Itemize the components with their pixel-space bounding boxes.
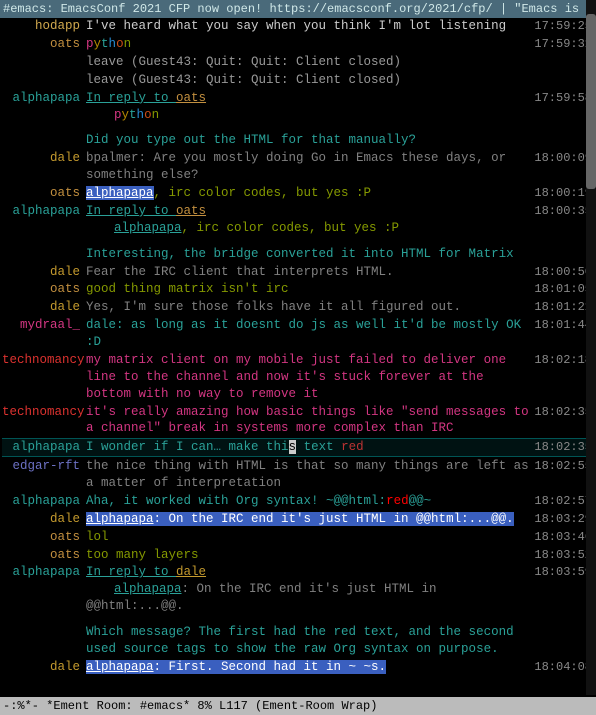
nick-alphapapa: alphapapa [2,439,86,456]
timestamp: 18:03:59 [532,564,594,580]
message-row: alphapapaIn reply to dalealphapapa: On t… [2,564,594,615]
message-body: python [86,36,532,53]
message-row: alphapapaAha, it worked with Org syntax!… [2,493,594,510]
nick-alphapapa: alphapapa [2,90,86,107]
timestamp: 18:00:50 [532,264,594,280]
nick-oats: oats [2,529,86,546]
message-body: my matrix client on my mobile just faile… [86,352,532,403]
timestamp: 18:01:21 [532,299,594,315]
chat-messages[interactable]: hodappI've heard what you say when you t… [0,18,596,677]
message-body: In reply to oatsalphapapa, irc color cod… [86,203,532,237]
message-body: dale: as long as it doesnt do js as well… [86,317,532,351]
message-row: leave (Guest43: Quit: Quit: Client close… [2,72,594,89]
message-body: Fear the IRC client that interprets HTML… [86,264,532,281]
nick-alphapapa: alphapapa [2,203,86,220]
nick-dale: dale [2,299,86,316]
message-row: alphapapaI wonder if I can… make this te… [2,438,594,457]
message-row: edgar-rftthe nice thing with HTML is tha… [2,458,594,492]
message-row: daleFear the IRC client that interprets … [2,264,594,281]
message-body: too many layers [86,547,532,564]
message-body: In reply to dalealphapapa: On the IRC en… [86,564,532,615]
timestamp: 18:02:55 [532,458,594,474]
timestamp: 17:59:25 [532,18,594,34]
nick-alphapapa: alphapapa [2,564,86,581]
message-row: mydraal_dale: as long as it doesnt do js… [2,317,594,351]
message-row: oatspython17:59:31 [2,36,594,53]
nick-dale: dale [2,659,86,676]
timestamp: 18:00:19 [532,185,594,201]
message-row: dalebpalmer: Are you mostly doing Go in … [2,150,594,184]
message-row: oatsgood thing matrix isn't irc18:01:05 [2,281,594,298]
nick-dale: dale [2,150,86,167]
message-row: technomancymy matrix client on my mobile… [2,352,594,403]
message-row: dalealphapapa: On the IRC end it's just … [2,511,594,528]
message-body: lol [86,529,532,546]
timestamp: 18:02:18 [532,352,594,368]
message-row: daleYes, I'm sure those folks have it al… [2,299,594,316]
message-body: Did you type out the HTML for that manua… [86,132,532,149]
message-body: good thing matrix isn't irc [86,281,532,298]
message-row: hodappI've heard what you say when you t… [2,18,594,35]
timestamp: 18:03:29 [532,511,594,527]
message-body: leave (Guest43: Quit: Quit: Client close… [86,72,532,89]
timestamp: 18:00:35 [532,203,594,219]
message-row: Did you type out the HTML for that manua… [2,132,594,149]
message-body: leave (Guest43: Quit: Quit: Client close… [86,54,532,71]
message-row: alphapapaIn reply to oatspython17:59:58 [2,90,594,124]
nick-oats: oats [2,185,86,202]
scrollbar-thumb[interactable] [586,14,596,189]
nick-dale: dale [2,264,86,281]
message-row: Which message? The first had the red tex… [2,624,594,658]
header-bar: #emacs: EmacsConf 2021 CFP now open! htt… [0,0,596,18]
timestamp: 18:03:52 [532,547,594,563]
message-row: oatstoo many layers18:03:52 [2,547,594,564]
nick-edgar-rft: edgar-rft [2,458,86,475]
nick-technomancy: technomancy [2,352,86,369]
nick-alphapapa: alphapapa [2,493,86,510]
mode-line: -:%*- *Ement Room: #emacs* 8% L117 (Emen… [0,697,596,715]
timestamp: 17:59:31 [532,36,594,52]
nick-technomancy: technomancy [2,404,86,421]
nick-oats: oats [2,36,86,53]
timestamp: 17:59:58 [532,90,594,106]
message-row: alphapapaIn reply to oatsalphapapa, irc … [2,203,594,237]
timestamp: 18:04:08 [532,659,594,675]
message-body: I wonder if I can… make this text red [86,439,532,456]
timestamp: 18:02:35 [532,439,594,455]
message-body: alphapapa, irc color codes, but yes :P [86,185,532,202]
timestamp: 18:00:09 [532,150,594,166]
message-body: Which message? The first had the red tex… [86,624,532,658]
message-body: it's really amazing how basic things lik… [86,404,532,438]
timestamp: 18:01:05 [532,281,594,297]
message-row: leave (Guest43: Quit: Quit: Client close… [2,54,594,71]
message-row: oatslol18:03:46 [2,529,594,546]
message-body: the nice thing with HTML is that so many… [86,458,532,492]
message-body: alphapapa: First. Second had it in ~ ~s. [86,659,532,676]
message-body: bpalmer: Are you mostly doing Go in Emac… [86,150,532,184]
message-row: Interesting, the bridge converted it int… [2,246,594,263]
nick-oats: oats [2,281,86,298]
timestamp: 18:02:35 [532,404,594,420]
message-body: Yes, I'm sure those folks have it all fi… [86,299,532,316]
timestamp: 18:01:44 [532,317,594,333]
message-body: In reply to oatspython [86,90,532,124]
message-body: Interesting, the bridge converted it int… [86,246,532,263]
message-row: oatsalphapapa, irc color codes, but yes … [2,185,594,202]
nick-dale: dale [2,511,86,528]
message-body: Aha, it worked with Org syntax! ~@@html:… [86,493,532,510]
timestamp: 18:02:57 [532,493,594,509]
message-body: alphapapa: On the IRC end it's just HTML… [86,511,532,528]
nick-hodapp: hodapp [2,18,86,35]
message-body: I've heard what you say when you think I… [86,18,532,35]
timestamp: 18:03:46 [532,529,594,545]
scrollbar[interactable] [586,0,596,695]
message-row: dalealphapapa: First. Second had it in ~… [2,659,594,676]
nick-mydraal_: mydraal_ [2,317,86,334]
nick-oats: oats [2,547,86,564]
message-row: technomancyit's really amazing how basic… [2,404,594,438]
